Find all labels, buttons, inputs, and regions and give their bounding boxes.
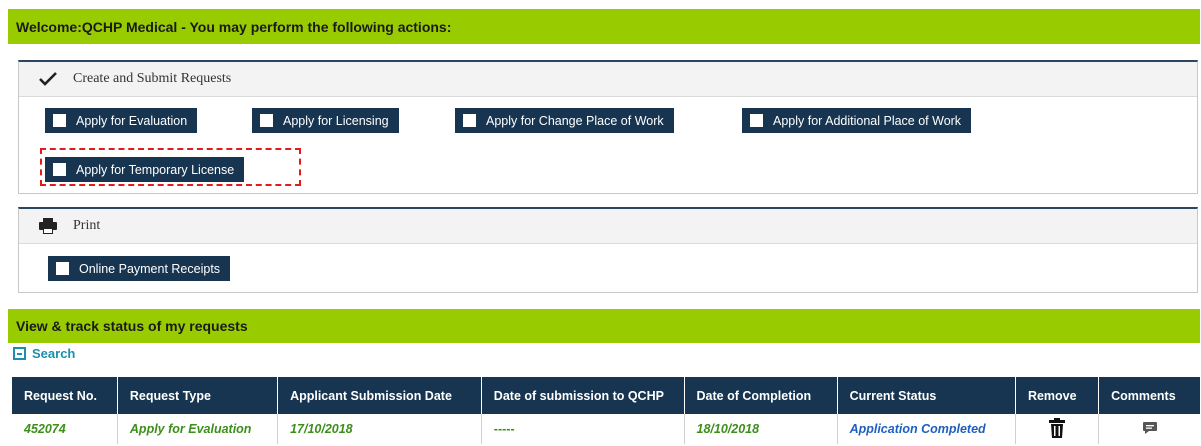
completion-date-cell: 18/10/2018 [684, 414, 838, 444]
checkbox-icon [53, 163, 66, 176]
col-remove: Remove [1015, 377, 1100, 414]
status-cell[interactable]: Application Completed [837, 414, 1016, 444]
print-title: Print [73, 218, 101, 233]
search-label: Search [32, 346, 76, 361]
checkmark-icon [37, 72, 59, 86]
printer-icon [37, 217, 59, 235]
col-completion-date[interactable]: Date of Completion [684, 377, 838, 414]
search-toggle[interactable]: Search [13, 346, 75, 361]
online-payment-receipts-button[interactable]: Online Payment Receipts [48, 256, 231, 281]
apply-licensing-button[interactable]: Apply for Licensing [252, 108, 399, 133]
applicant-submission-date-cell: 17/10/2018 [277, 414, 482, 444]
requests-table: Request No. Request Type Applicant Submi… [12, 377, 1200, 444]
comments-cell [1099, 414, 1200, 444]
table-row: 452074 Apply for Evaluation 17/10/2018 -… [12, 414, 1200, 444]
submission-to-qchp-cell: ----- [481, 414, 685, 444]
apply-change-place-button[interactable]: Apply for Change Place of Work [455, 108, 674, 133]
checkbox-icon [56, 262, 69, 275]
comment-icon[interactable] [1142, 421, 1158, 437]
request-type-cell: Apply for Evaluation [117, 414, 279, 444]
apply-evaluation-button[interactable]: Apply for Evaluation [45, 108, 198, 133]
apply-temporary-license-label: Apply for Temporary License [76, 162, 235, 177]
apply-additional-place-button[interactable]: Apply for Additional Place of Work [742, 108, 972, 133]
apply-licensing-label: Apply for Licensing [283, 113, 389, 128]
apply-change-place-label: Apply for Change Place of Work [486, 113, 664, 128]
col-applicant-submission-date[interactable]: Applicant Submission Date [277, 377, 482, 414]
checkbox-icon [463, 114, 476, 127]
col-submission-to-qchp[interactable]: Date of submission to QCHP [481, 377, 685, 414]
welcome-banner: Welcome:QCHP Medical - You may perform t… [8, 9, 1200, 44]
col-request-no[interactable]: Request No. [12, 377, 118, 414]
remove-cell [1015, 414, 1100, 444]
collapse-icon [13, 347, 26, 360]
table-header-row: Request No. Request Type Applicant Submi… [12, 377, 1200, 414]
print-header[interactable]: Print [19, 209, 1197, 244]
checkbox-icon [750, 114, 763, 127]
checkbox-icon [53, 114, 66, 127]
checkbox-icon [260, 114, 273, 127]
col-current-status[interactable]: Current Status [837, 377, 1016, 414]
create-requests-title: Create and Submit Requests [73, 71, 232, 86]
col-comments: Comments [1098, 377, 1200, 414]
apply-evaluation-label: Apply for Evaluation [76, 113, 188, 128]
page: Welcome:QCHP Medical - You may perform t… [0, 0, 1201, 446]
online-payment-receipts-label: Online Payment Receipts [79, 261, 221, 276]
col-request-type[interactable]: Request Type [117, 377, 279, 414]
trash-icon[interactable] [1049, 418, 1065, 440]
apply-additional-place-label: Apply for Additional Place of Work [773, 113, 962, 128]
track-requests-banner: View & track status of my requests [8, 309, 1200, 343]
create-requests-header[interactable]: Create and Submit Requests [19, 62, 1197, 97]
request-no-cell[interactable]: 452074 [12, 414, 118, 444]
apply-temporary-license-button[interactable]: Apply for Temporary License [45, 157, 245, 182]
